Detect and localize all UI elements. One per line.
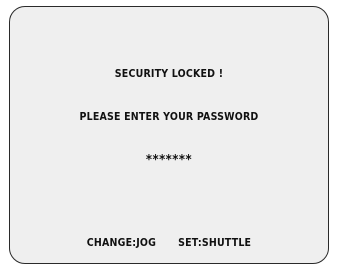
change-jog-hint: CHANGE:JOG — [86, 237, 157, 249]
password-prompt: PLEASE ENTER YOUR PASSWORD — [79, 111, 259, 123]
password-field[interactable]: ******* — [10, 153, 328, 168]
security-lock-screen: SECURITY LOCKED ! PLEASE ENTER YOUR PASS… — [9, 6, 329, 264]
security-locked-title: SECURITY LOCKED ! — [114, 68, 224, 80]
set-shuttle-hint: SET:SHUTTLE — [178, 237, 252, 249]
control-hints: CHANGE:JOG SET:SHUTTLE — [10, 237, 328, 249]
